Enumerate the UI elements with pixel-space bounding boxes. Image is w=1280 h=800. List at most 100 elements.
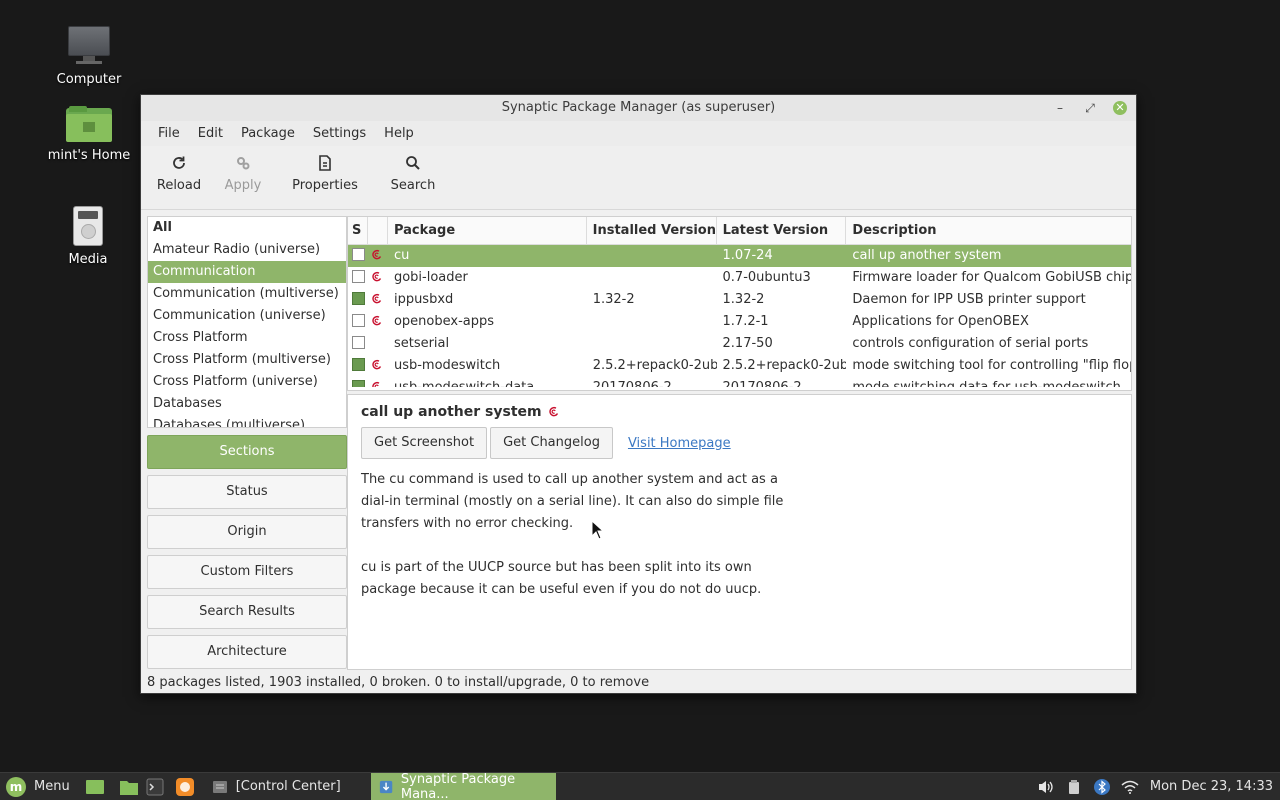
package-status-checkbox[interactable]: [352, 270, 365, 283]
package-status-checkbox[interactable]: [352, 336, 365, 349]
show-desktop-launcher[interactable]: [82, 773, 108, 800]
column-support[interactable]: [368, 217, 388, 244]
clock[interactable]: Mon Dec 23, 14:33: [1144, 779, 1280, 794]
package-description-cell: Daemon for IPP USB printer support: [852, 292, 1086, 307]
menu-package[interactable]: Package: [232, 121, 304, 146]
section-item[interactable]: Databases: [148, 393, 346, 415]
package-table: S Package Installed Version Latest Versi…: [347, 216, 1132, 391]
package-name: cu: [393, 248, 410, 263]
status-bar: 8 packages listed, 1903 installed, 0 bro…: [147, 675, 650, 690]
section-item[interactable]: Cross Platform (multiverse): [148, 349, 346, 371]
reload-button[interactable]: Reload: [147, 146, 211, 209]
column-status[interactable]: S: [348, 217, 368, 244]
get-changelog-button[interactable]: Get Changelog: [490, 427, 613, 459]
search-results-button[interactable]: Search Results: [147, 595, 347, 629]
section-item[interactable]: All: [148, 217, 346, 239]
package-status-checkbox[interactable]: [352, 248, 365, 261]
package-status-checkbox[interactable]: [352, 314, 365, 327]
desktop-icon-label: mint's Home: [47, 148, 131, 163]
bluetooth-icon[interactable]: [1088, 773, 1116, 800]
column-installed-version[interactable]: Installed Version: [587, 217, 717, 244]
reload-icon: [147, 154, 211, 172]
filter-buttons: Sections Status Origin Custom Filters Se…: [147, 435, 347, 675]
title-bar[interactable]: Synaptic Package Manager (as superuser) …: [141, 95, 1136, 121]
architecture-filter-button[interactable]: Architecture: [147, 635, 347, 669]
table-row[interactable]: usb-modeswitch 2.5.2+repack0-2ubu 2.5.2+re…: [348, 355, 1131, 377]
table-header: S Package Installed Version Latest Versi…: [348, 217, 1131, 245]
section-item[interactable]: Cross Platform (universe): [148, 371, 346, 393]
menu-settings[interactable]: Settings: [304, 121, 375, 146]
synaptic-window: Synaptic Package Manager (as superuser) …: [140, 94, 1137, 694]
debian-swirl-icon: [547, 404, 561, 418]
menu-file[interactable]: File: [149, 121, 189, 146]
files-launcher[interactable]: [116, 773, 142, 800]
get-screenshot-button[interactable]: Get Screenshot: [361, 427, 488, 459]
taskbar-task-synaptic[interactable]: Synaptic Package Mana...: [370, 771, 556, 800]
section-item-selected[interactable]: Communication: [148, 261, 346, 283]
sections-list[interactable]: All Amateur Radio (universe) Communicati…: [147, 216, 347, 428]
section-item[interactable]: Communication (multiverse): [148, 283, 346, 305]
table-row[interactable]: setserial 2.17-50 controls configuration o…: [348, 333, 1131, 355]
package-status-checkbox[interactable]: [352, 292, 365, 305]
close-button[interactable]: ✕: [1113, 101, 1127, 115]
removable-drive-icon[interactable]: [1060, 773, 1088, 800]
section-item[interactable]: Databases (multiverse): [148, 415, 346, 427]
desktop-icon-media[interactable]: Media: [38, 206, 138, 267]
menu-help[interactable]: Help: [375, 121, 423, 146]
table-row[interactable]: ippusbxd 1.32-2 1.32-2 Daemon for IPP USB p…: [348, 289, 1131, 311]
task-label: Synaptic Package Mana...: [400, 771, 516, 800]
table-row[interactable]: gobi-loader 0.7-0ubuntu3 Firmware loader f…: [348, 267, 1131, 289]
debian-swirl-icon: [370, 358, 384, 372]
table-row-selected[interactable]: cu 1.07-24 call up another system: [348, 245, 1131, 267]
section-item[interactable]: Cross Platform: [148, 327, 346, 349]
menu-edit[interactable]: Edit: [189, 121, 232, 146]
apply-button[interactable]: Apply: [211, 146, 275, 209]
column-package[interactable]: Package: [388, 217, 587, 244]
sections-filter-button[interactable]: Sections: [147, 435, 347, 469]
section-item[interactable]: Amateur Radio (universe): [148, 239, 346, 261]
system-tray: Mon Dec 23, 14:33: [1032, 773, 1280, 800]
terminal-launcher[interactable]: [142, 773, 168, 800]
installed-version: [587, 245, 717, 267]
menu-button-label: Menu: [34, 779, 70, 794]
wifi-icon[interactable]: [1116, 773, 1144, 800]
table-row[interactable]: openobex-apps 1.7.2-1 Applications for Ope…: [348, 311, 1131, 333]
taskbar-task-control-center[interactable]: [Control Center]: [204, 773, 349, 800]
mouse-cursor-icon: [591, 520, 605, 540]
table-row[interactable]: usb-modeswitch-data20170806-220170806-2m…: [348, 377, 1131, 387]
package-status-checkbox[interactable]: [352, 358, 365, 371]
package-description-cell: call up another system: [852, 248, 1002, 263]
volume-icon[interactable]: [1032, 773, 1060, 800]
visit-homepage-link[interactable]: Visit Homepage: [628, 436, 731, 451]
menu-button[interactable]: m Menu: [0, 773, 78, 800]
origin-filter-button[interactable]: Origin: [147, 515, 347, 549]
search-button[interactable]: Search: [375, 146, 451, 209]
debian-swirl-icon: [370, 248, 384, 262]
minimize-button[interactable]: –: [1051, 99, 1069, 117]
package-description-cell: controls configuration of serial ports: [852, 336, 1089, 351]
latest-version: 1.7.2-1: [722, 314, 769, 329]
taskbar: m Menu [Control Center] Synaptic Package…: [0, 772, 1280, 800]
latest-version: 2.17-50: [722, 336, 773, 351]
section-item[interactable]: Communication (universe): [148, 305, 346, 327]
firefox-launcher[interactable]: [172, 773, 198, 800]
document-properties-icon: [275, 154, 375, 172]
desktop-icon-label: Media: [68, 252, 108, 267]
properties-button[interactable]: Properties: [275, 146, 375, 209]
installed-version: 1.32-2: [592, 292, 635, 307]
debian-swirl-icon: [370, 270, 384, 284]
details-title: call up another system: [361, 401, 1118, 423]
column-latest-version[interactable]: Latest Version: [717, 217, 847, 244]
latest-version: 1.07-24: [722, 248, 773, 263]
properties-label: Properties: [292, 178, 358, 193]
media-player-icon: [73, 206, 103, 246]
column-description[interactable]: Description: [846, 217, 1131, 244]
custom-filters-button[interactable]: Custom Filters: [147, 555, 347, 589]
show-desktop-icon: [85, 779, 104, 794]
status-filter-button[interactable]: Status: [147, 475, 347, 509]
toolbar: Reload Apply Properties Search: [141, 146, 1136, 210]
maximize-button[interactable]: ⤢: [1081, 99, 1099, 117]
package-status-checkbox[interactable]: [352, 380, 365, 387]
desktop-icon-home[interactable]: mint's Home: [39, 106, 139, 163]
desktop-icon-computer[interactable]: Computer: [39, 26, 139, 87]
